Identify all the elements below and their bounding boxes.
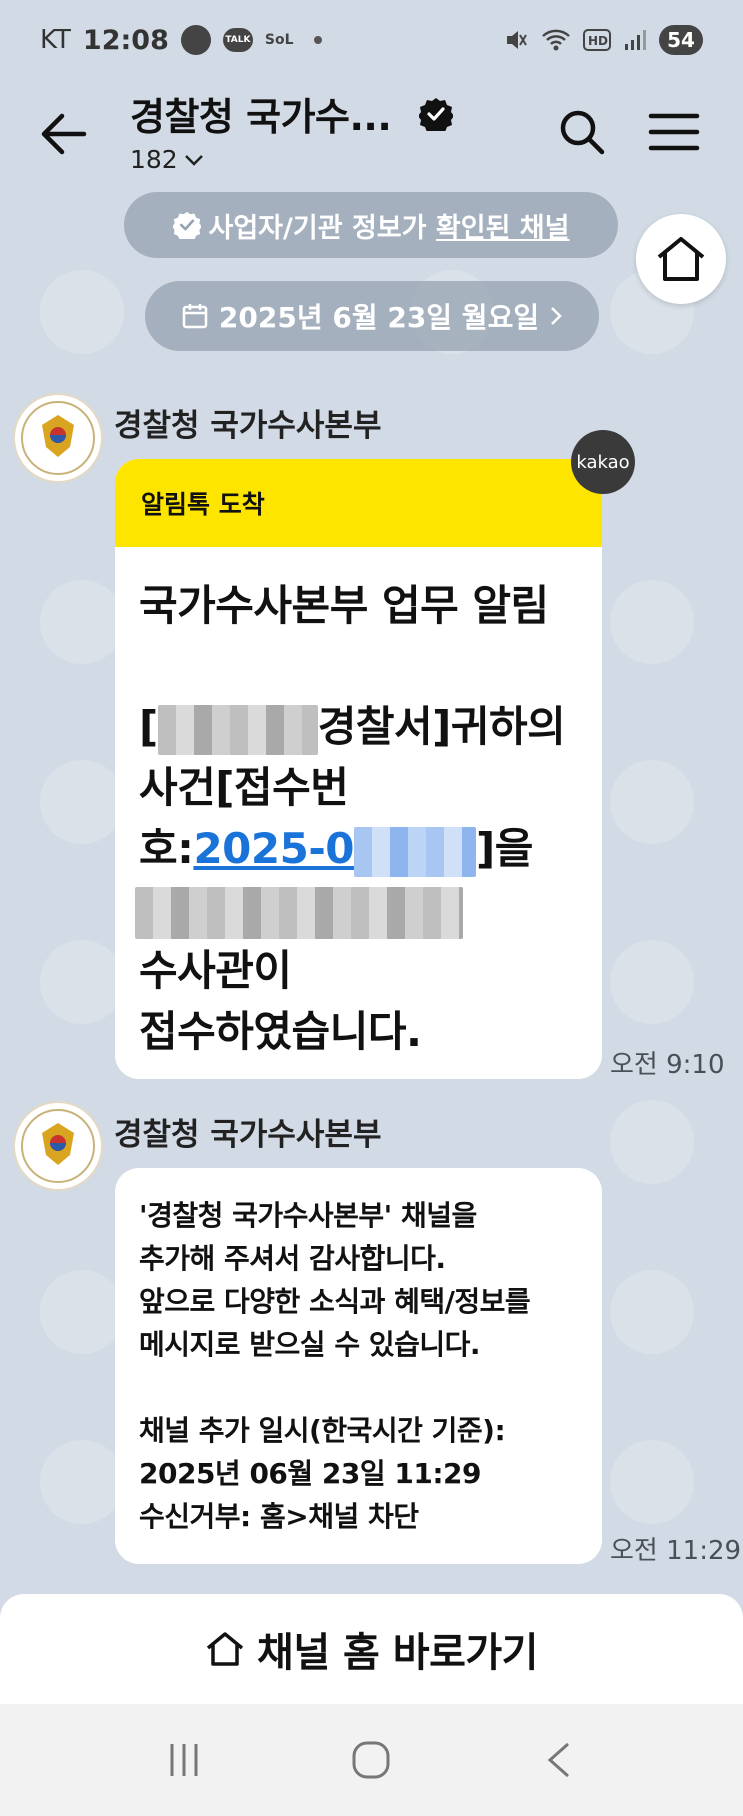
police-emblem-icon [21,1109,95,1183]
message-line: [경찰서]귀하의 [139,696,578,757]
home-nav-button[interactable] [341,1730,401,1790]
message-line: 수신거부: 홈>채널 차단 [139,1500,419,1533]
message-line: 메시지로 받으실 수 있습니다. [139,1328,481,1361]
verified-check-icon [172,211,201,239]
verified-channel-link[interactable]: 확인된 채널 [436,213,570,244]
status-time: 12:08 [82,24,169,56]
date-label: 2025년 6월 23일 월요일 [218,301,540,334]
mute-icon [507,31,527,49]
sender-avatar[interactable] [13,1101,103,1191]
message-line: 접수하였습니다. [139,1007,422,1056]
wifi-icon [542,29,570,51]
channel-title[interactable]: 경찰청 국가수... [130,86,392,141]
starbucks-notification-icon [180,25,211,55]
sender-name: 경찰청 국가수사본부 [114,1117,382,1153]
message-line: 앞으로 다양한 소식과 혜택/정보를 [139,1285,531,1318]
back-nav-button[interactable] [529,1730,589,1790]
search-button[interactable] [556,106,608,158]
redacted-police-station [157,704,318,755]
back-button[interactable] [36,106,92,162]
case-number-link[interactable]: 2025-0 [193,824,476,877]
member-count: 182 [130,145,178,174]
status-bar: KT 12:08 TALK SoL HD 54 [0,0,743,80]
kakao-badge: kakao [571,430,635,494]
sender-name: 경찰청 국가수사본부 [114,408,382,444]
alimtalk-header: 알림톡 도착 [115,459,602,547]
welcome-message-bubble[interactable]: '경찰청 국가수사본부' 채널을 추가해 주셔서 감사합니다. 앞으로 다양한 … [115,1168,602,1564]
search-icon [560,110,605,155]
recent-apps-icon [170,1744,198,1776]
sol-bank-notification-icon: SoL [264,32,294,48]
message-line: 사건[접수번 [139,763,349,812]
channel-home-link-button[interactable]: 채널 홈 바로가기 [0,1594,743,1704]
message-line [135,879,578,940]
carrier-label: KT [40,25,71,55]
home-icon [657,237,705,281]
chat-header: 경찰청 국가수... 182 [0,80,743,190]
verified-banner-text: 사업자/기관 정보가 [208,212,436,244]
home-outline-icon [206,1632,244,1666]
svg-text:HD: HD [588,34,608,48]
kakaotalk-notification-icon: TALK [222,28,253,52]
channel-home-button[interactable] [636,214,726,304]
alimtalk-message-bubble[interactable]: 알림톡 도착 국가수사본부 업무 알림 [경찰서]귀하의 사건[접수번 호:20… [115,459,602,1079]
verified-channel-banner[interactable]: 사업자/기관 정보가 확인된 채널 [124,192,618,258]
message-line: 채널 추가 일시(한국시간 기준): [139,1414,506,1447]
chevron-down-icon [184,154,203,166]
message-line: 수사관이 [139,946,292,995]
hd-voice-icon: HD [583,29,611,51]
message-line: 2025년 06월 23일 11:29 [139,1457,482,1490]
back-nav-icon [547,1742,570,1778]
message-title: 국가수사본부 업무 알림 [139,581,549,630]
chevron-right-icon [551,307,562,325]
hamburger-menu-icon [648,113,700,151]
date-divider[interactable]: 2025년 6월 23일 월요일 [145,281,599,351]
arrow-left-icon [41,113,87,155]
message-line: 호:2025-0]을 [139,818,578,879]
redacted-officer-info [135,886,463,939]
message-time: 오전 11:29 [610,1536,742,1566]
message-line: '경찰청 국가수사본부' 채널을 [139,1199,477,1232]
redacted-case-number [354,826,476,877]
member-count-toggle[interactable]: 182 [130,145,453,174]
battery-indicator: 54 [659,25,703,55]
sender-avatar[interactable] [13,393,103,483]
verified-badge-icon [419,97,454,131]
channel-home-label: 채널 홈 바로가기 [257,1630,538,1676]
signal-icon [625,30,646,50]
recent-apps-button[interactable] [154,1730,214,1790]
home-nav-icon [352,1741,390,1779]
system-navigation-bar [0,1704,743,1816]
menu-button[interactable] [648,110,700,154]
police-emblem-icon [21,401,95,475]
message-line: 추가해 주셔서 감사합니다. [139,1242,446,1275]
message-time: 오전 9:10 [610,1050,725,1080]
more-notifications-dot-icon [313,36,322,44]
calendar-icon [182,304,208,329]
